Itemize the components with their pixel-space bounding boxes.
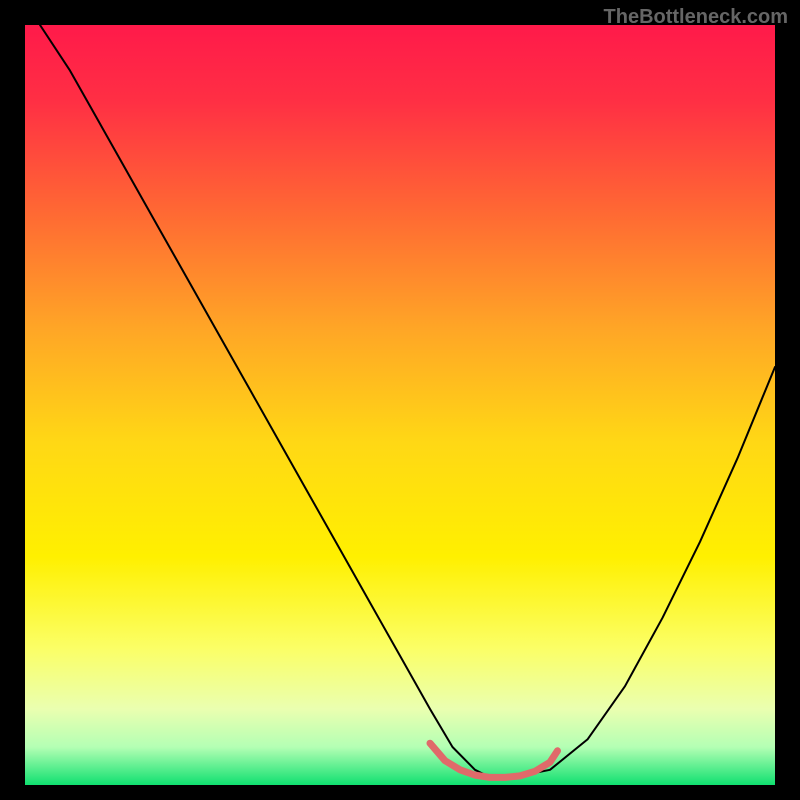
chart-plot-area [25, 25, 775, 785]
bottleneck-chart [25, 25, 775, 785]
watermark-label: TheBottleneck.com [604, 6, 788, 29]
gradient-background [25, 25, 775, 785]
